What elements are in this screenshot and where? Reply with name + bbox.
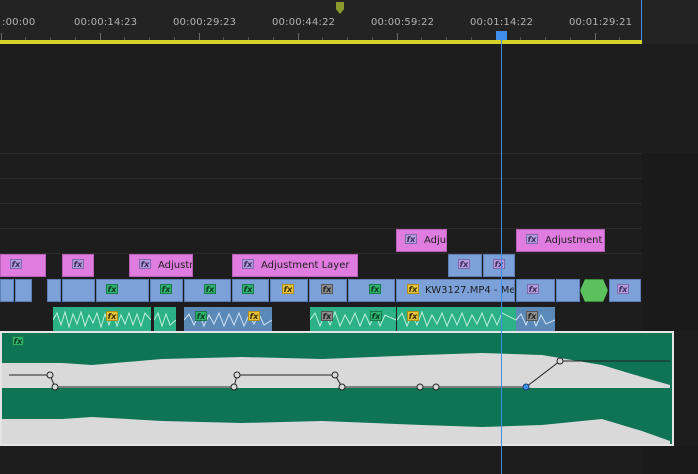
video-clip[interactable]: fx (270, 279, 308, 302)
video-clip[interactable] (15, 279, 32, 302)
video-clip[interactable] (47, 279, 61, 302)
ruler-tick (298, 33, 299, 40)
timecode-label: 00:01:14:22 (470, 17, 534, 28)
timecode-label: 00:01:29:21 (569, 17, 633, 28)
fx-badge-icon: fx (493, 259, 505, 269)
ruler-tick (1, 33, 2, 40)
audio-clip[interactable]: fx (397, 307, 516, 333)
video-clip[interactable]: fx (348, 279, 395, 302)
track-divider (0, 203, 698, 204)
timecode-label: 00:00:14:23 (74, 17, 138, 28)
fx-badge-icon: fx (405, 234, 417, 244)
video-clip[interactable]: fx (309, 279, 347, 302)
adjustment-layer-clip[interactable]: fx (62, 254, 94, 277)
fx-badge-icon: fx (106, 284, 118, 294)
playhead-handle[interactable] (496, 31, 507, 40)
fx-badge-icon: fx (407, 284, 419, 294)
timecode-label: 00:00:44:22 (272, 17, 336, 28)
video-clip[interactable] (62, 279, 95, 302)
time-ruler[interactable]: :00:00 00:00:14:23 00:00:29:23 00:00:44:… (0, 0, 698, 44)
fx-badge-icon: fx (370, 311, 382, 321)
fx-badge-icon: fx (10, 259, 22, 269)
timecode-label: :00:00 (2, 17, 36, 28)
fx-badge-icon: fx (617, 284, 629, 294)
track-divider (0, 178, 698, 179)
fx-badge-icon: fx (369, 284, 381, 294)
video-clip[interactable]: fx (184, 279, 231, 302)
adjustment-layer-clip[interactable]: fx Adjustment Layer (232, 254, 358, 277)
fx-badge-icon: fx (106, 311, 118, 321)
ruler-tick (595, 33, 596, 40)
adjustment-layer-clip[interactable]: fx Adjustm (129, 254, 193, 277)
fx-badge-icon: fx (407, 311, 419, 321)
video-clip[interactable]: fx (96, 279, 149, 302)
adjustment-layer-clip[interactable]: fx Adjustment La (516, 229, 605, 252)
ruler-end-line (641, 0, 642, 44)
audio-clip[interactable]: fx fx (310, 307, 396, 333)
fx-badge-icon: fx (195, 311, 207, 321)
timecode-label: 00:00:59:22 (371, 17, 435, 28)
track-gap (674, 331, 698, 446)
video-clip[interactable]: fx (232, 279, 269, 302)
fx-badge-icon: fx (160, 284, 172, 294)
clip-label: Adjustm (158, 260, 192, 271)
clip-label: Adjustment Layer (261, 260, 350, 271)
in-point-marker[interactable] (336, 2, 344, 14)
fx-badge-icon: fx (321, 311, 333, 321)
fx-badge-icon: fx (458, 259, 470, 269)
fx-badge-icon: fx (72, 259, 84, 269)
video-clip[interactable] (0, 279, 14, 302)
track-divider (0, 153, 698, 154)
ruler-tick (397, 33, 398, 40)
adjustment-layer-clip[interactable]: fx Adju (396, 229, 447, 252)
audio-clip[interactable]: fx (516, 307, 555, 333)
video-clip[interactable]: fx (150, 279, 183, 302)
fx-badge-icon: fx (139, 259, 151, 269)
audio-clip[interactable]: fx fx (184, 307, 272, 333)
fx-badge-icon: fx (242, 284, 254, 294)
audio-clip[interactable] (154, 307, 176, 333)
fx-badge-icon: fx (526, 234, 538, 244)
clip-label: Adju (424, 235, 447, 246)
ruler-tick (100, 33, 101, 40)
ruler-tick (199, 33, 200, 40)
fx-badge-icon: fx (527, 284, 539, 294)
audio-waveform (53, 310, 151, 329)
fx-badge-icon: fx (526, 311, 538, 321)
selected-audio-clip[interactable]: fx (0, 331, 674, 446)
video-clip[interactable]: fx KW3127.MP4 - Merge (396, 279, 515, 302)
audio-clip[interactable]: fx (53, 307, 151, 333)
fx-badge-icon: fx (204, 284, 216, 294)
video-clip[interactable]: fx (483, 254, 515, 277)
fx-badge-icon: fx (242, 259, 254, 269)
timecode-label: 00:00:29:23 (173, 17, 237, 28)
audio-waveform (154, 311, 176, 328)
transition-clip[interactable] (580, 279, 608, 302)
work-area-bar[interactable] (0, 40, 642, 44)
adjustment-layer-clip[interactable]: fx (0, 254, 46, 277)
video-clip[interactable]: fx (516, 279, 555, 302)
video-clip[interactable]: fx (448, 254, 482, 277)
timeline-panel: :00:00 00:00:14:23 00:00:29:23 00:00:44:… (0, 0, 698, 474)
fx-badge-icon: fx (321, 284, 333, 294)
playhead-line[interactable] (501, 38, 502, 474)
stereo-waveform (2, 353, 670, 444)
video-clip[interactable]: fx (609, 279, 641, 302)
fx-badge-icon: fx (282, 284, 294, 294)
fx-badge-icon: fx (248, 311, 260, 321)
clip-label: Adjustment La (545, 235, 604, 246)
video-clip[interactable] (556, 279, 580, 302)
